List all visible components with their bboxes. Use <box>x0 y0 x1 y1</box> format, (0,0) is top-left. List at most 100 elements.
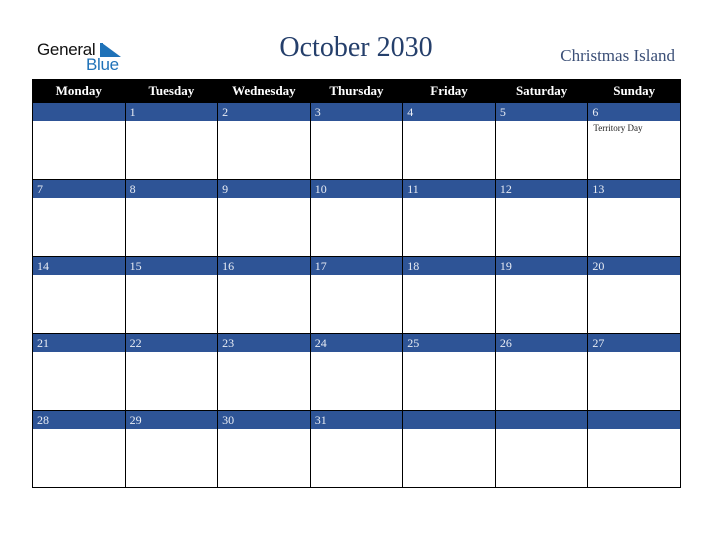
day-number: 4 <box>403 103 495 121</box>
day-cell[interactable]: 12 <box>494 179 589 257</box>
day-cell[interactable]: 1 <box>124 102 219 180</box>
day-number: 25 <box>403 334 495 352</box>
day-cell[interactable]: 9 <box>217 179 311 257</box>
day-cell[interactable]: 13 <box>587 179 681 257</box>
day-events <box>403 121 495 123</box>
day-number: 16 <box>218 257 310 275</box>
day-events <box>218 198 310 200</box>
day-events <box>126 429 218 431</box>
day-events <box>311 121 403 123</box>
day-events <box>588 198 680 200</box>
day-cell[interactable]: 19 <box>494 256 589 334</box>
day-cell[interactable]: 15 <box>124 256 219 334</box>
day-events <box>588 429 680 431</box>
weekday-header-thursday: Thursday <box>309 79 404 103</box>
day-number <box>403 411 495 429</box>
day-cell[interactable] <box>402 410 496 488</box>
day-number: 27 <box>588 334 680 352</box>
day-events <box>33 352 125 354</box>
day-events <box>126 198 218 200</box>
day-events <box>126 121 218 123</box>
weekday-header-tuesday: Tuesday <box>124 79 219 103</box>
day-events <box>33 275 125 277</box>
day-cell[interactable]: 6 Territory Day <box>587 102 681 180</box>
day-cell[interactable]: 31 <box>309 410 404 488</box>
day-cell[interactable]: 7 <box>32 179 126 257</box>
weekday-header-row: Monday Tuesday Wednesday Thursday Friday Satu… <box>32 79 681 103</box>
day-number: 8 <box>125 180 218 198</box>
day-events <box>403 198 495 200</box>
day-number <box>495 411 588 429</box>
day-number: 24 <box>310 334 403 352</box>
day-number: 2 <box>218 103 310 121</box>
week-row: 1 2 3 4 5 6 Territory Day <box>32 102 681 180</box>
day-number: 21 <box>33 334 125 352</box>
day-events <box>496 352 588 354</box>
day-number: 13 <box>588 180 680 198</box>
day-number: 28 <box>33 411 125 429</box>
day-number <box>33 103 125 121</box>
region-label: Christmas Island <box>560 46 675 65</box>
day-number: 31 <box>310 411 403 429</box>
day-events <box>218 352 310 354</box>
day-cell[interactable] <box>32 102 126 180</box>
day-cell[interactable]: 14 <box>32 256 126 334</box>
day-cell[interactable]: 17 <box>309 256 404 334</box>
day-number: 14 <box>33 257 125 275</box>
day-cell[interactable]: 16 <box>217 256 311 334</box>
day-number: 23 <box>218 334 310 352</box>
day-number: 5 <box>495 103 588 121</box>
day-cell[interactable]: 11 <box>402 179 496 257</box>
day-number: 7 <box>33 180 125 198</box>
day-events <box>496 198 588 200</box>
day-number: 26 <box>495 334 588 352</box>
day-events <box>218 275 310 277</box>
day-cell[interactable]: 20 <box>587 256 681 334</box>
day-cell[interactable]: 25 <box>402 333 496 411</box>
day-events <box>33 198 125 200</box>
day-events <box>126 352 218 354</box>
day-number: 22 <box>125 334 218 352</box>
day-cell[interactable] <box>494 410 589 488</box>
day-cell[interactable]: 23 <box>217 333 311 411</box>
day-events <box>311 429 403 431</box>
day-cell[interactable]: 10 <box>309 179 404 257</box>
day-cell[interactable]: 26 <box>494 333 589 411</box>
day-cell[interactable]: 28 <box>32 410 126 488</box>
day-events <box>588 275 680 277</box>
day-cell[interactable]: 22 <box>124 333 219 411</box>
day-cell[interactable]: 30 <box>217 410 311 488</box>
day-events: Territory Day <box>588 121 680 133</box>
day-cell[interactable]: 3 <box>309 102 404 180</box>
weekday-header-saturday: Saturday <box>494 79 589 103</box>
day-events <box>496 121 588 123</box>
day-events <box>126 275 218 277</box>
day-cell[interactable]: 5 <box>494 102 589 180</box>
day-number: 30 <box>218 411 310 429</box>
day-number: 12 <box>495 180 588 198</box>
day-cell[interactable]: 27 <box>587 333 681 411</box>
day-cell[interactable] <box>587 410 681 488</box>
week-row: 21 22 23 24 25 26 27 <box>32 333 681 411</box>
day-cell[interactable]: 21 <box>32 333 126 411</box>
week-row: 28 29 30 31 <box>32 410 681 488</box>
day-number: 17 <box>310 257 403 275</box>
day-number: 6 <box>588 103 680 121</box>
day-cell[interactable]: 24 <box>309 333 404 411</box>
day-events <box>33 121 125 123</box>
day-cell[interactable]: 2 <box>217 102 311 180</box>
day-number: 10 <box>310 180 403 198</box>
day-cell[interactable]: 8 <box>124 179 219 257</box>
day-events <box>311 275 403 277</box>
day-cell[interactable]: 29 <box>124 410 219 488</box>
day-events <box>218 429 310 431</box>
day-number: 3 <box>310 103 403 121</box>
holiday-label: Territory Day <box>593 123 643 133</box>
day-events <box>311 352 403 354</box>
day-number: 1 <box>125 103 218 121</box>
calendar-grid: Monday Tuesday Wednesday Thursday Friday Satu… <box>32 79 681 488</box>
day-cell[interactable]: 4 <box>402 102 496 180</box>
day-number: 19 <box>495 257 588 275</box>
day-events <box>496 429 588 431</box>
day-cell[interactable]: 18 <box>402 256 496 334</box>
